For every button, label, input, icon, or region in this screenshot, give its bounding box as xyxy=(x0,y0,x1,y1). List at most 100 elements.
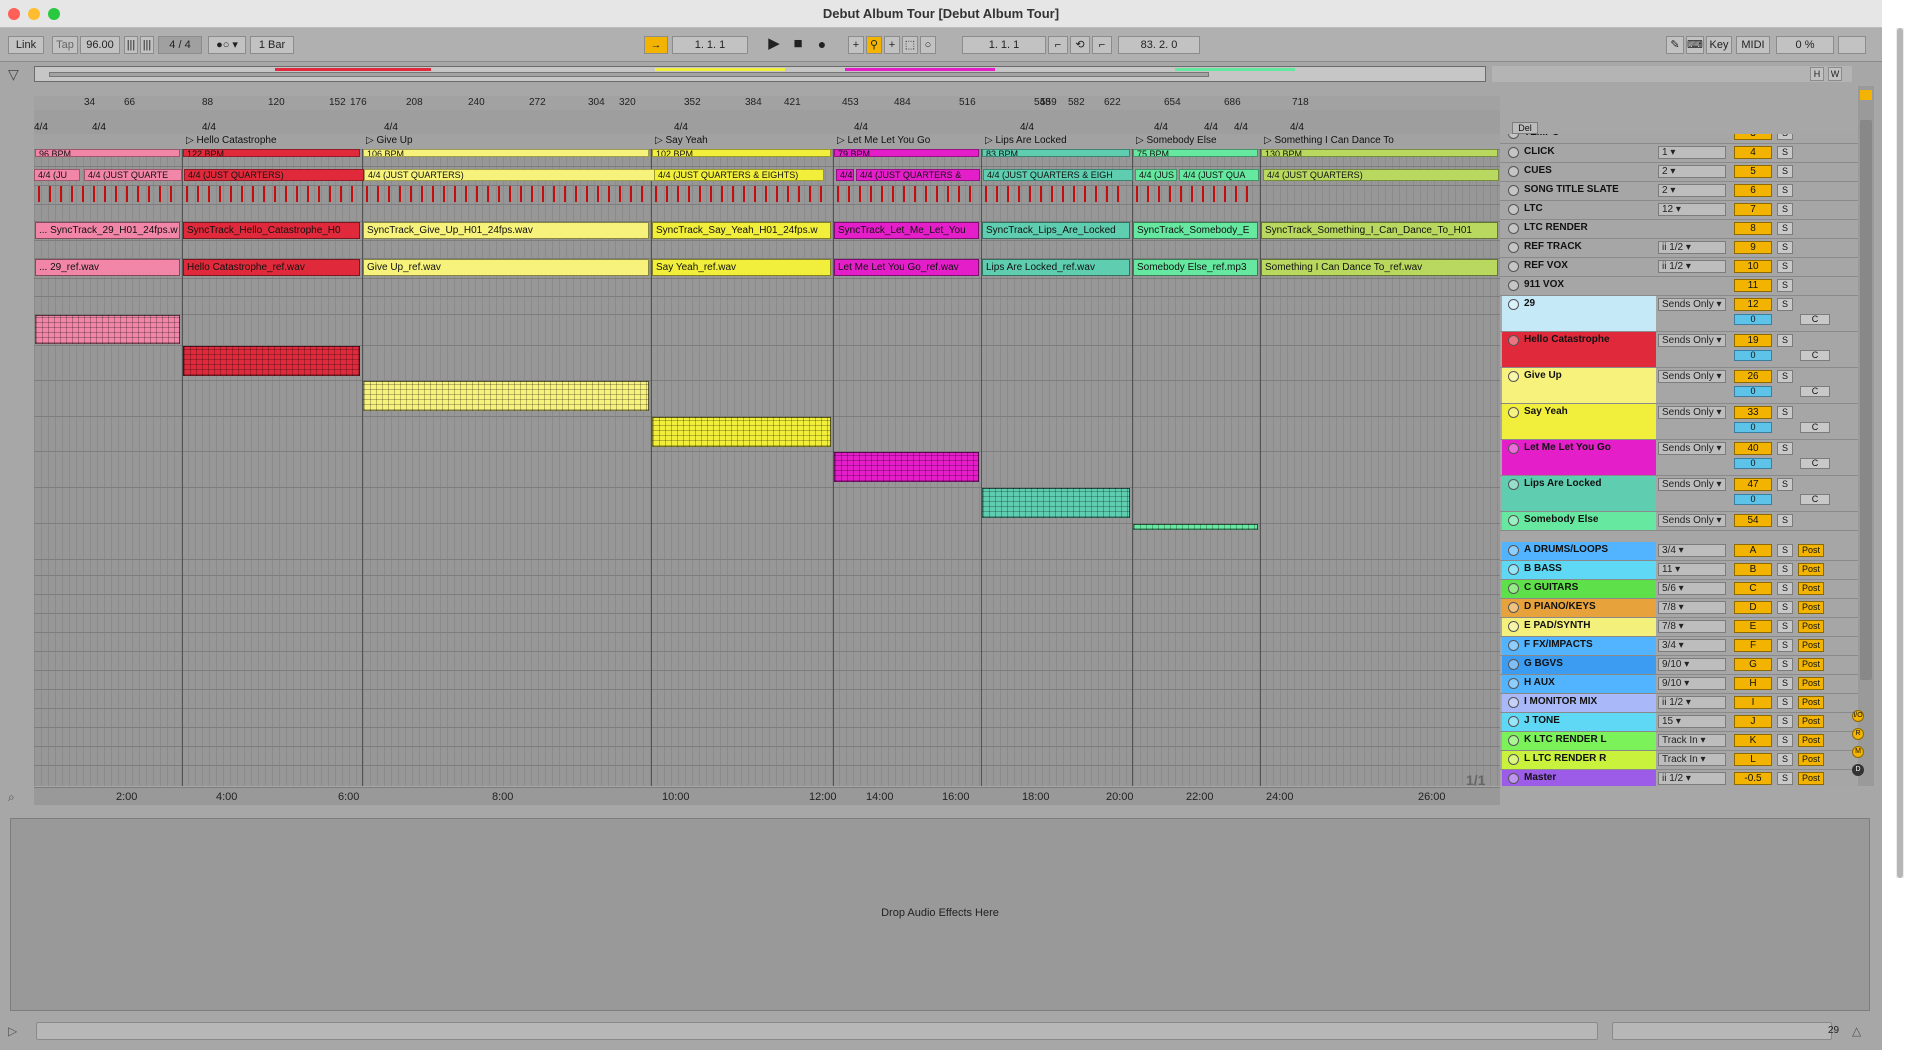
return-track-name[interactable]: F FX/IMPACTS xyxy=(1502,637,1656,655)
solo-button[interactable]: S xyxy=(1777,715,1793,728)
track-header[interactable]: LTC RENDER 8 S xyxy=(1500,220,1858,239)
solo-button[interactable]: S xyxy=(1777,620,1793,633)
return-track-name[interactable]: C GUITARS xyxy=(1502,580,1656,598)
post-button[interactable]: Post xyxy=(1798,677,1824,690)
track-activator[interactable]: 3 xyxy=(1734,134,1772,140)
track-name[interactable]: 911 VOX xyxy=(1502,277,1656,295)
track-io-chooser[interactable]: Sends Only ▾ xyxy=(1658,370,1726,383)
solo-button[interactable]: S xyxy=(1777,753,1793,766)
track-header[interactable]: CLICK 1 ▾ 4 S xyxy=(1500,144,1858,163)
time-signature-marker[interactable]: 4/4 xyxy=(34,122,48,133)
punch-in-icon[interactable]: ⌐ xyxy=(1048,36,1068,54)
punch-out-icon[interactable]: ⌐ xyxy=(1092,36,1112,54)
ref-audio-clip[interactable]: Let Me Let You Go_ref.wav xyxy=(834,259,979,276)
return-track-name[interactable]: G BGVS xyxy=(1502,656,1656,674)
pan-field[interactable]: C xyxy=(1800,458,1830,469)
ref-audio-clip[interactable]: Give Up_ref.wav xyxy=(363,259,649,276)
track-header[interactable]: 29 Sends Only ▾ 12 S 0 C xyxy=(1500,296,1858,332)
track-name[interactable]: Lips Are Locked xyxy=(1502,476,1656,511)
time-signature-field[interactable]: 4 / 4 xyxy=(158,36,202,54)
zoom-icon[interactable]: ⌕ xyxy=(8,790,28,804)
track-fold-icon[interactable] xyxy=(1508,754,1519,765)
post-button[interactable]: Post xyxy=(1798,582,1824,595)
track-fold-icon[interactable] xyxy=(1508,735,1519,746)
solo-button[interactable]: S xyxy=(1777,165,1793,178)
locator-marker[interactable]: ▷ Something I Can Dance To xyxy=(1264,135,1394,146)
return-track-header[interactable]: B BASS 11 ▾ B S Post xyxy=(1500,561,1858,580)
delete-locator-button[interactable]: Del xyxy=(1512,122,1538,134)
volume-field[interactable]: 0 xyxy=(1734,494,1772,505)
track-name[interactable]: REF VOX xyxy=(1502,258,1656,276)
window-scroll-thumb[interactable] xyxy=(1897,28,1903,878)
loop-length-field[interactable]: 83. 2. 0 xyxy=(1118,36,1200,54)
solo-button[interactable]: S xyxy=(1777,772,1793,785)
arrangement-view[interactable]: 96 BPM 122 BPM 106 BPM 102 BPM 79 BPM 83 BPM 7… xyxy=(34,149,1500,786)
song-midi-clip[interactable] xyxy=(982,488,1130,518)
automation-arm-icon[interactable]: ⚲ xyxy=(866,36,882,54)
h-button[interactable]: H xyxy=(1810,67,1824,81)
return-track-header[interactable]: Master ii 1/2 ▾ -0.5 S Post xyxy=(1500,770,1858,786)
return-io-chooser[interactable]: ii 1/2 ▾ xyxy=(1658,772,1726,785)
song-midi-clip[interactable] xyxy=(183,346,360,376)
loop-start-field[interactable]: 1. 1. 1 xyxy=(962,36,1046,54)
tempo-clip[interactable]: 79 BPM xyxy=(834,149,979,157)
track-name[interactable]: REF TRACK xyxy=(1502,239,1656,257)
collapse-icon[interactable]: ▷ xyxy=(8,1024,26,1042)
return-activator[interactable]: L xyxy=(1734,753,1772,766)
song-midi-clip[interactable] xyxy=(363,381,649,411)
post-button[interactable]: Post xyxy=(1798,601,1824,614)
track-activator[interactable]: 54 xyxy=(1734,514,1772,527)
click-clip[interactable]: 4/4 (JUST QUARTERS & EIGHTS) xyxy=(654,169,824,181)
time-signature-marker[interactable]: 4/4 xyxy=(1204,122,1218,133)
track-header[interactable]: Say Yeah Sends Only ▾ 33 S 0 C xyxy=(1500,404,1858,440)
track-io-chooser[interactable]: Sends Only ▾ xyxy=(1658,406,1726,419)
time-ruler[interactable]: 2:00 4:00 6:00 8:00 10:00 12:00 14:00 16:00 18:0… xyxy=(34,787,1500,805)
return-track-name[interactable]: A DRUMS/LOOPS xyxy=(1502,542,1656,560)
return-track-name[interactable]: L LTC RENDER R xyxy=(1502,751,1656,769)
return-track-header[interactable]: D PIANO/KEYS 7/8 ▾ D S Post xyxy=(1500,599,1858,618)
track-header[interactable]: SONG TITLE SLATE 2 ▾ 6 S xyxy=(1500,182,1858,201)
track-name[interactable]: CUES xyxy=(1502,163,1656,181)
track-activator[interactable]: 4 xyxy=(1734,146,1772,159)
solo-button[interactable]: S xyxy=(1777,677,1793,690)
track-name[interactable]: Somebody Else xyxy=(1502,512,1656,530)
return-io-chooser[interactable]: 9/10 ▾ xyxy=(1658,677,1726,690)
track-header[interactable]: CUES 2 ▾ 5 S xyxy=(1500,163,1858,182)
midi-map-button[interactable]: MIDI xyxy=(1736,36,1770,54)
track-header[interactable]: Give Up Sends Only ▾ 26 S 0 C xyxy=(1500,368,1858,404)
track-activator[interactable]: 26 xyxy=(1734,370,1772,383)
track-activator[interactable]: 11 xyxy=(1734,279,1772,292)
return-activator[interactable]: G xyxy=(1734,658,1772,671)
return-track-name[interactable]: K LTC RENDER L xyxy=(1502,732,1656,750)
solo-button[interactable]: S xyxy=(1777,260,1793,273)
track-name[interactable]: Hello Catastrophe xyxy=(1502,332,1656,367)
return-activator[interactable]: I xyxy=(1734,696,1772,709)
time-signature-marker[interactable]: 4/4 xyxy=(1154,122,1168,133)
locator-marker[interactable]: ▷ Somebody Else xyxy=(1136,135,1217,146)
solo-button[interactable]: S xyxy=(1777,658,1793,671)
ltc-clip[interactable]: SyncTrack_Somebody_E xyxy=(1133,222,1258,239)
click-clip[interactable]: 4/4 (JUST QUARTERS) xyxy=(1263,169,1499,181)
time-signature-marker[interactable]: 4/4 xyxy=(854,122,868,133)
track-activator[interactable]: 5 xyxy=(1734,165,1772,178)
return-track-name[interactable]: E PAD/SYNTH xyxy=(1502,618,1656,636)
post-button[interactable]: Post xyxy=(1798,620,1824,633)
post-button[interactable]: Post xyxy=(1798,544,1824,557)
tempo-clip[interactable]: 75 BPM xyxy=(1133,149,1258,157)
loop-switch-icon[interactable]: ⟲ xyxy=(1070,36,1090,54)
time-signature-marker[interactable]: 4/4 xyxy=(1290,122,1304,133)
track-fold-icon[interactable] xyxy=(1508,515,1519,526)
track-fold-icon[interactable] xyxy=(1508,280,1519,291)
click-clip[interactable]: 4/4 (JUST QUARTERS) xyxy=(364,169,674,181)
overdub-icon[interactable]: + xyxy=(848,36,864,54)
tempo-clip[interactable]: 106 BPM xyxy=(363,149,649,157)
arrangement-position-field[interactable]: 1. 1. 1 xyxy=(672,36,748,54)
solo-button[interactable]: S xyxy=(1777,184,1793,197)
return-track-name[interactable]: H AUX xyxy=(1502,675,1656,693)
return-track-header[interactable]: F FX/IMPACTS 3/4 ▾ F S Post xyxy=(1500,637,1858,656)
pan-field[interactable]: C xyxy=(1800,386,1830,397)
click-clip[interactable]: 4/4 (JU xyxy=(34,169,80,181)
ref-audio-clip[interactable]: Lips Are Locked_ref.wav xyxy=(982,259,1130,276)
locator-marker[interactable]: ▷ Hello Catastrophe xyxy=(186,135,277,146)
locator-marker[interactable]: ▷ Lips Are Locked xyxy=(985,135,1067,146)
